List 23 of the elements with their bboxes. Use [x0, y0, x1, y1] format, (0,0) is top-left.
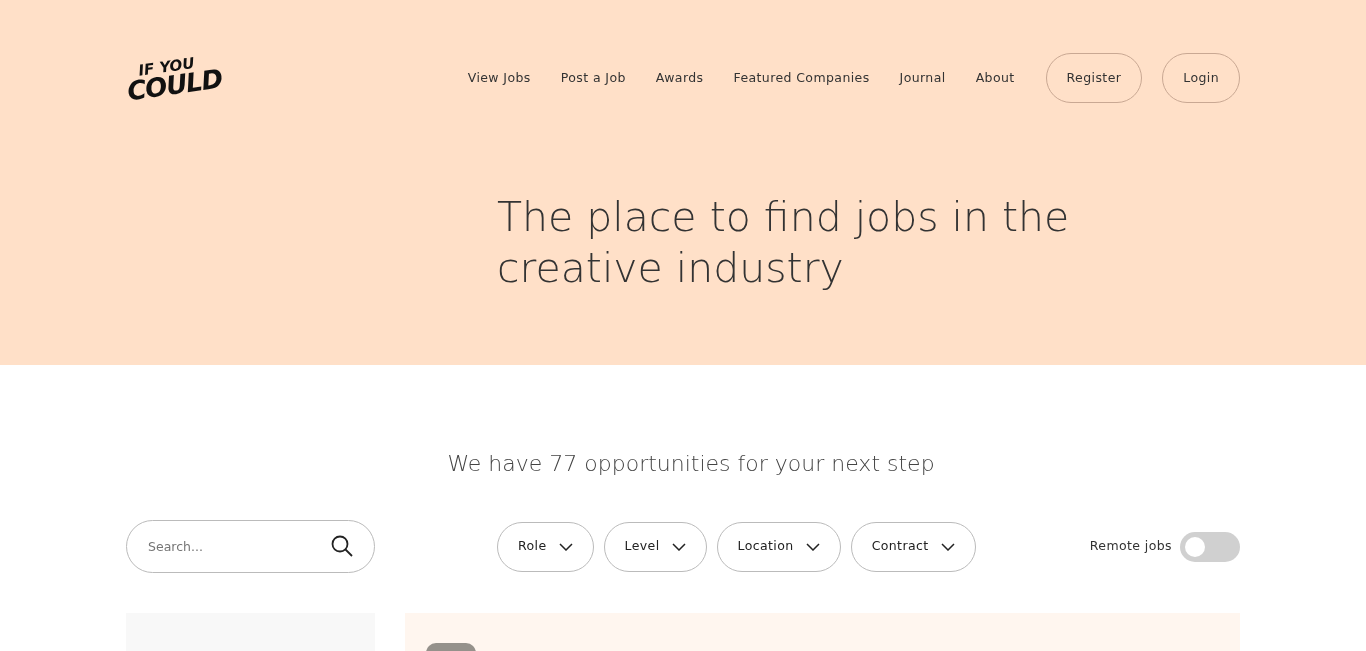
logo[interactable]: IF YOU COULD: [123, 53, 224, 103]
nav-link[interactable]: Post a Job: [560, 68, 626, 88]
nav-link[interactable]: Journal: [899, 68, 946, 88]
chevron-down-icon: [558, 542, 573, 551]
remote-toggle[interactable]: [1180, 531, 1240, 562]
nav-link[interactable]: Featured Companies: [733, 68, 870, 88]
chevron-down-icon: [805, 542, 820, 551]
chevron-down-icon: [671, 542, 686, 551]
filter-dropdown[interactable]: Location: [716, 521, 841, 572]
avatar: [426, 643, 476, 651]
nav-button[interactable]: Login: [1162, 53, 1240, 103]
hero-heading: The place to find jobs in the creative industry: [497, 192, 1071, 295]
filter-dropdown[interactable]: Level: [603, 521, 707, 572]
search-icon: [331, 535, 353, 557]
remote-jobs-label: Remote jobs: [1089, 537, 1172, 556]
jobs-count-text: We have 77 opportunities for your next step: [446, 450, 936, 478]
filter-dropdown[interactable]: Contract: [850, 521, 976, 572]
search-field[interactable]: Search...: [126, 520, 375, 573]
nav-link[interactable]: About: [975, 68, 1015, 88]
nav-link[interactable]: Awards: [655, 68, 704, 88]
chevron-down-icon: [940, 542, 955, 551]
nav-link[interactable]: View Jobs: [467, 68, 531, 88]
filter-dropdown[interactable]: Role: [497, 521, 594, 572]
